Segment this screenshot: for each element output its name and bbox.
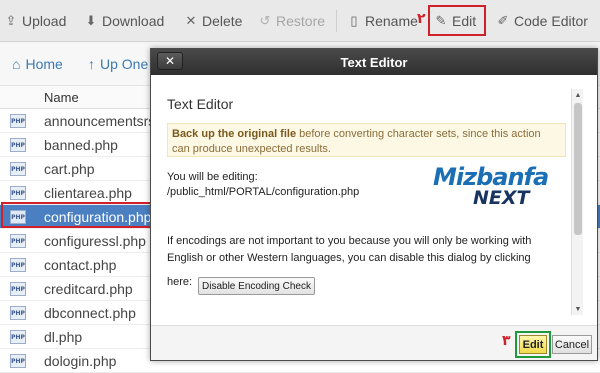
scroll-thumb[interactable] — [574, 103, 582, 235]
scroll-up-icon[interactable]: ▲ — [572, 89, 584, 101]
dialog-title: Text Editor — [340, 55, 408, 70]
php-file-icon: PHP — [10, 306, 26, 320]
download-icon: ⬇ — [85, 13, 97, 28]
code-editor-button[interactable]: ✐ Code Editor — [496, 0, 588, 42]
download-button[interactable]: ⬇ Download — [84, 0, 165, 42]
php-file-icon: PHP — [10, 162, 26, 176]
php-file-icon: PHP — [10, 282, 26, 296]
php-file-icon: PHP — [10, 258, 26, 272]
close-icon[interactable]: ✕ — [157, 52, 183, 70]
php-file-icon: PHP — [10, 234, 26, 248]
file-name[interactable]: banned.php — [44, 137, 118, 153]
php-file-icon: PHP — [10, 138, 26, 152]
edit-button-highlight — [428, 5, 486, 36]
disable-encoding-check-button[interactable]: Disable Encoding Check — [198, 277, 315, 295]
warning-bold-text: Back up the original file — [172, 128, 297, 140]
file-name[interactable]: configuressl.php — [44, 233, 146, 249]
edit-confirm-button[interactable]: Edit — [519, 335, 547, 354]
file-name[interactable]: cart.php — [44, 161, 95, 177]
home-label: Home — [25, 56, 63, 72]
file-name[interactable]: announcementsrss — [44, 113, 162, 129]
file-icon: ▯ — [350, 13, 358, 28]
rename-label: Rename — [365, 13, 418, 29]
restore-button[interactable]: ↺ Restore — [258, 0, 325, 42]
step-3-marker: ۳ — [502, 333, 511, 349]
file-name[interactable]: contact.php — [44, 257, 116, 273]
file-name[interactable]: creditcard.php — [44, 281, 133, 297]
file-name[interactable]: dbconnect.php — [44, 305, 136, 321]
scroll-down-icon[interactable]: ▼ — [572, 303, 584, 315]
arrow-up-icon: ↑ — [88, 56, 95, 72]
close-icon: ✕ — [185, 13, 197, 28]
home-button[interactable]: ⌂ Home — [12, 43, 63, 85]
php-file-icon: PHP — [10, 114, 26, 128]
cancel-button[interactable]: Cancel — [552, 335, 592, 354]
delete-label: Delete — [202, 13, 243, 29]
up-one-button[interactable]: ↑ Up One — [88, 43, 148, 85]
restore-label: Restore — [276, 13, 326, 29]
selected-file-highlight — [1, 202, 153, 228]
php-file-icon: PHP — [10, 330, 26, 344]
home-icon: ⌂ — [12, 56, 21, 72]
backup-warning: Back up the original file before convert… — [167, 123, 566, 157]
encoding-info-text: If encodings are not important to you be… — [167, 235, 532, 264]
file-name[interactable]: clientarea.php — [44, 185, 132, 201]
dialog-heading: Text Editor — [167, 96, 234, 112]
upload-button[interactable]: ⇪ Upload — [4, 0, 67, 42]
file-manager-toolbar: ⇪ Upload ⬇ Download ✕ Delete ↺ Restore ▯… — [0, 0, 600, 42]
dialog-body: Text Editor Back up the original file be… — [165, 89, 568, 315]
dialog-title-bar: Text Editor ✕ — [151, 49, 597, 75]
dialog-footer: ۳ Edit Cancel — [151, 325, 597, 360]
dialog-scrollbar[interactable]: ▲ ▼ — [571, 89, 583, 315]
mizbanfa-logo: Mizbanfa NEXT — [433, 163, 549, 209]
editing-path: /public_html/PORTAL/configuration.php — [167, 186, 360, 198]
code-edit-icon: ✐ — [497, 13, 509, 28]
upload-label: Upload — [22, 13, 67, 29]
column-header-name[interactable]: Name — [44, 90, 79, 105]
code-editor-label: Code Editor — [514, 13, 588, 29]
file-name[interactable]: dl.php — [44, 329, 82, 345]
step-2-marker: ۲ — [417, 11, 426, 27]
download-label: Download — [102, 13, 165, 29]
php-file-icon: PHP — [10, 354, 26, 368]
file-name[interactable]: dologin.php — [44, 353, 116, 369]
here-label: here: — [167, 276, 193, 288]
toolbar-divider — [336, 10, 337, 32]
text-editor-dialog: Text Editor ✕ Text Editor Back up the or… — [150, 48, 598, 361]
editing-label: You will be editing: — [167, 171, 258, 183]
rename-button[interactable]: ▯ Rename — [347, 0, 418, 42]
logo-text-sub: NEXT — [473, 187, 530, 209]
undo-icon: ↺ — [259, 13, 271, 28]
up-one-label: Up One — [100, 56, 149, 72]
delete-button[interactable]: ✕ Delete — [184, 0, 243, 42]
php-file-icon: PHP — [10, 186, 26, 200]
upload-icon: ⇪ — [5, 13, 17, 28]
